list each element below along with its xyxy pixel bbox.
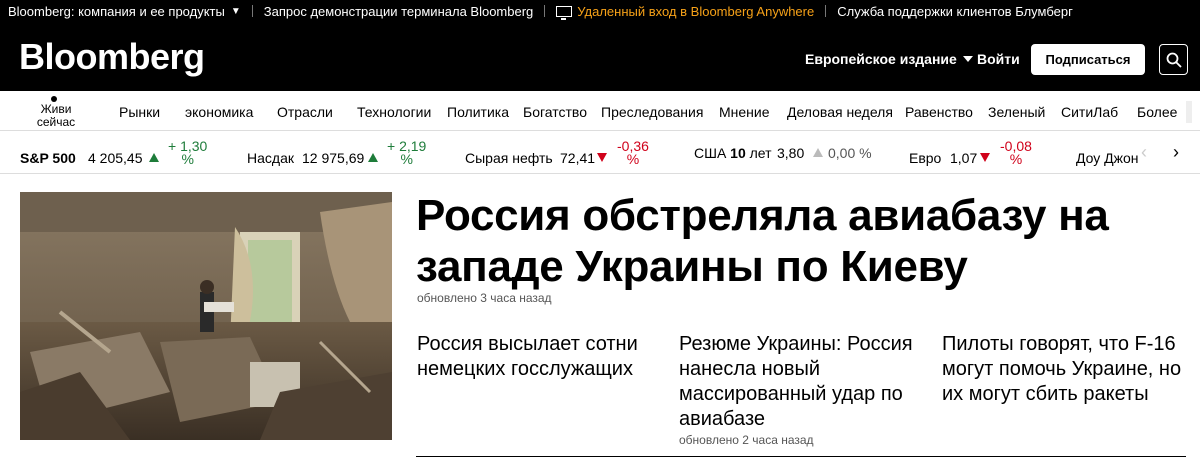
live-label-line2: сейчас	[36, 115, 76, 129]
company-menu-label: Bloomberg: компания и ее продукты	[8, 3, 225, 19]
bloomberg-logo[interactable]: Bloomberg	[19, 36, 205, 78]
chevron-left-icon[interactable]: ‹	[1141, 142, 1147, 163]
nav-item-citylab[interactable]: СитиЛаб	[1061, 104, 1118, 120]
nav-item-more[interactable]: Более	[1137, 104, 1177, 120]
arrow-flat-icon	[813, 148, 823, 157]
ticker-name-us10y-term: 10	[730, 145, 746, 161]
ticker-change-sp500: + 1,30 %	[168, 139, 207, 167]
nav-scrollbar[interactable]	[1186, 101, 1192, 123]
ticker-change-unit: %	[1009, 151, 1023, 167]
nav-item-pursuits[interactable]: Преследования	[601, 104, 703, 120]
damaged-room-image	[20, 192, 392, 440]
edition-selector[interactable]: Европейское издание	[805, 51, 973, 67]
hero-image[interactable]	[20, 192, 392, 440]
ticker-value-us10y: 3,80	[777, 145, 805, 161]
anywhere-link-label: Удаленный вход в Bloomberg Anywhere	[577, 3, 815, 19]
market-ticker: S&P 500 4 205,45 + 1,30 % Насдак 12 975,…	[0, 131, 1200, 174]
arrow-up-icon	[149, 153, 159, 162]
ticker-name-dow[interactable]: Доу Джон	[1076, 150, 1139, 166]
main-updated-time: обновлено 3 часа назад	[417, 291, 552, 305]
utility-bar: Bloomberg: компания и ее продукты ▼ Запр…	[0, 0, 1200, 22]
nav-item-politics[interactable]: Политика	[447, 104, 509, 120]
divider	[544, 5, 546, 17]
chevron-right-icon[interactable]: ›	[1173, 142, 1179, 163]
caret-down-icon	[962, 56, 973, 62]
nav-item-opinion[interactable]: Мнение	[719, 104, 770, 120]
ticker-name-nasdaq[interactable]: Насдак	[247, 150, 294, 166]
ticker-change-unit: %	[400, 151, 413, 167]
subscribe-button[interactable]: Подписаться	[1031, 44, 1145, 75]
ticker-value-euro: 1,07	[950, 150, 978, 166]
divider	[416, 456, 1186, 457]
nav-item-businessweek[interactable]: Деловая неделя	[787, 104, 893, 120]
search-button[interactable]	[1159, 44, 1188, 75]
nav-item-wealth[interactable]: Богатство	[523, 104, 587, 120]
story-link[interactable]: Россия высылает сотни немецких госслужащ…	[417, 332, 657, 382]
login-link[interactable]: Войти	[977, 51, 1020, 67]
arrow-down-icon	[980, 153, 990, 162]
ticker-name-crude[interactable]: Сырая нефть	[465, 150, 553, 166]
nav-item-technology[interactable]: Технологии	[357, 104, 431, 120]
ticker-change-nasdaq: + 2,19 %	[387, 139, 426, 167]
company-menu[interactable]: Bloomberg: компания и ее продукты ▼	[8, 4, 241, 19]
live-dot-icon	[51, 96, 57, 102]
ticker-change-euro: -0,08 %	[1000, 139, 1032, 167]
story-link[interactable]: Пилоты говорят, что F-16 могут помочь Ук…	[942, 332, 1182, 407]
divider	[251, 5, 253, 17]
ticker-value-sp500: 4 205,45	[88, 150, 143, 166]
section-nav: Живи сейчас Рынки экономика Отрасли Техн…	[0, 91, 1200, 131]
story-updated-time: обновлено 2 часа назад	[679, 433, 814, 447]
nav-item-equality[interactable]: Равенство	[905, 104, 973, 120]
ticker-name-sp500[interactable]: S&P 500	[20, 150, 76, 166]
masthead: Bloomberg Европейское издание Войти Подп…	[0, 22, 1200, 91]
search-icon	[1166, 52, 1182, 68]
divider	[825, 5, 827, 17]
nav-item-green[interactable]: Зеленый	[988, 104, 1045, 120]
ticker-change-unit: %	[181, 151, 194, 167]
ticker-name-us10y[interactable]: США 10 лет	[694, 145, 772, 161]
ticker-change-crude: -0,36 %	[617, 139, 649, 167]
arrow-up-icon	[368, 153, 378, 162]
ticker-change-unit: %	[626, 151, 640, 167]
support-link[interactable]: Служба поддержки клиентов Блумберг	[837, 4, 1073, 19]
demo-link[interactable]: Запрос демонстрации терминала Bloomberg	[264, 4, 534, 19]
ticker-name-us10y-prefix: США	[694, 145, 727, 161]
terminal-icon	[556, 5, 573, 20]
story-link[interactable]: Резюме Украины: Россия нанесла новый мас…	[679, 332, 919, 432]
anywhere-link[interactable]: Удаленный вход в Bloomberg Anywhere	[556, 3, 815, 20]
arrow-down-icon	[597, 153, 607, 162]
edition-label: Европейское издание	[805, 51, 957, 67]
ticker-change-us10y: 0,00 %	[828, 145, 872, 161]
ticker-name-us10y-suffix: лет	[749, 145, 772, 161]
ticker-value-crude: 72,41	[560, 150, 596, 166]
ticker-value-nasdaq: 12 975,69	[302, 150, 365, 166]
main-headline[interactable]: Россия обстреляла авиабазу на западе Укр…	[416, 190, 1186, 292]
ticker-name-euro[interactable]: Евро	[909, 150, 941, 166]
nav-item-markets[interactable]: Рынки	[119, 104, 160, 120]
nav-item-economics[interactable]: экономика	[185, 104, 253, 120]
nav-item-industries[interactable]: Отрасли	[277, 104, 333, 120]
chevron-down-icon: ▼	[230, 5, 241, 17]
live-now-link[interactable]: Живи сейчас	[35, 96, 77, 129]
